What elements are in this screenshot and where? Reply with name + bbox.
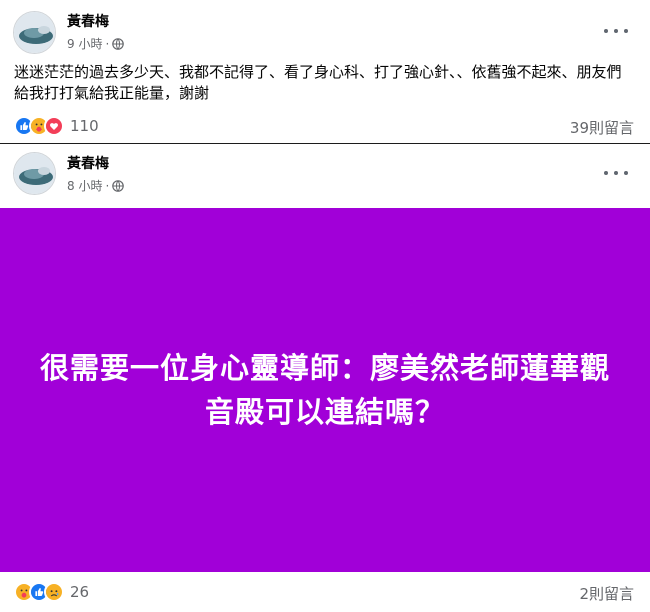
meta-separator: · — [105, 178, 110, 193]
avatar[interactable] — [13, 11, 56, 54]
post-card: 黃春梅 9 小時 · 迷迷茫茫的過去多少天、我都不記得了、看了身心科、打了強心針… — [0, 0, 650, 144]
more-options-icon[interactable] — [604, 23, 628, 39]
comments-count-link[interactable]: 39則留言 — [570, 117, 634, 138]
reaction-summary[interactable]: 110 — [14, 116, 99, 136]
comments-count-link[interactable]: 2則留言 — [579, 583, 634, 604]
post-text: 迷迷茫茫的過去多少天、我都不記得了、看了身心科、打了強心針、、依舊強不起來、朋友… — [14, 63, 622, 102]
love-reaction-icon — [44, 116, 64, 136]
post-time[interactable]: 8 小時 — [67, 177, 102, 194]
banner-text: 很需要一位身心靈導師：廖美然老師蓮華觀音殿可以連結嗎？ — [39, 351, 610, 429]
sad-reaction-icon — [44, 582, 64, 602]
reaction-count: 26 — [70, 583, 90, 601]
author-name[interactable]: 黃春梅 — [67, 11, 109, 31]
globe-icon — [112, 37, 125, 50]
avatar[interactable] — [13, 152, 56, 195]
reaction-summary[interactable]: 26 — [14, 582, 89, 602]
post-meta: 9 小時 · — [67, 35, 125, 52]
more-options-icon[interactable] — [604, 165, 628, 181]
globe-icon — [112, 179, 125, 192]
post-card: 黃春梅 8 小時 · 很需要一位身心靈導師：廖美然老師蓮華觀音殿可以連結嗎？ 2… — [0, 145, 650, 612]
reaction-count: 110 — [70, 117, 99, 135]
author-name[interactable]: 黃春梅 — [67, 153, 109, 173]
meta-separator: · — [105, 36, 110, 51]
post-meta: 8 小時 · — [67, 177, 125, 194]
post-time[interactable]: 9 小時 — [67, 35, 102, 52]
colored-text-banner: 很需要一位身心靈導師：廖美然老師蓮華觀音殿可以連結嗎？ — [0, 208, 650, 572]
